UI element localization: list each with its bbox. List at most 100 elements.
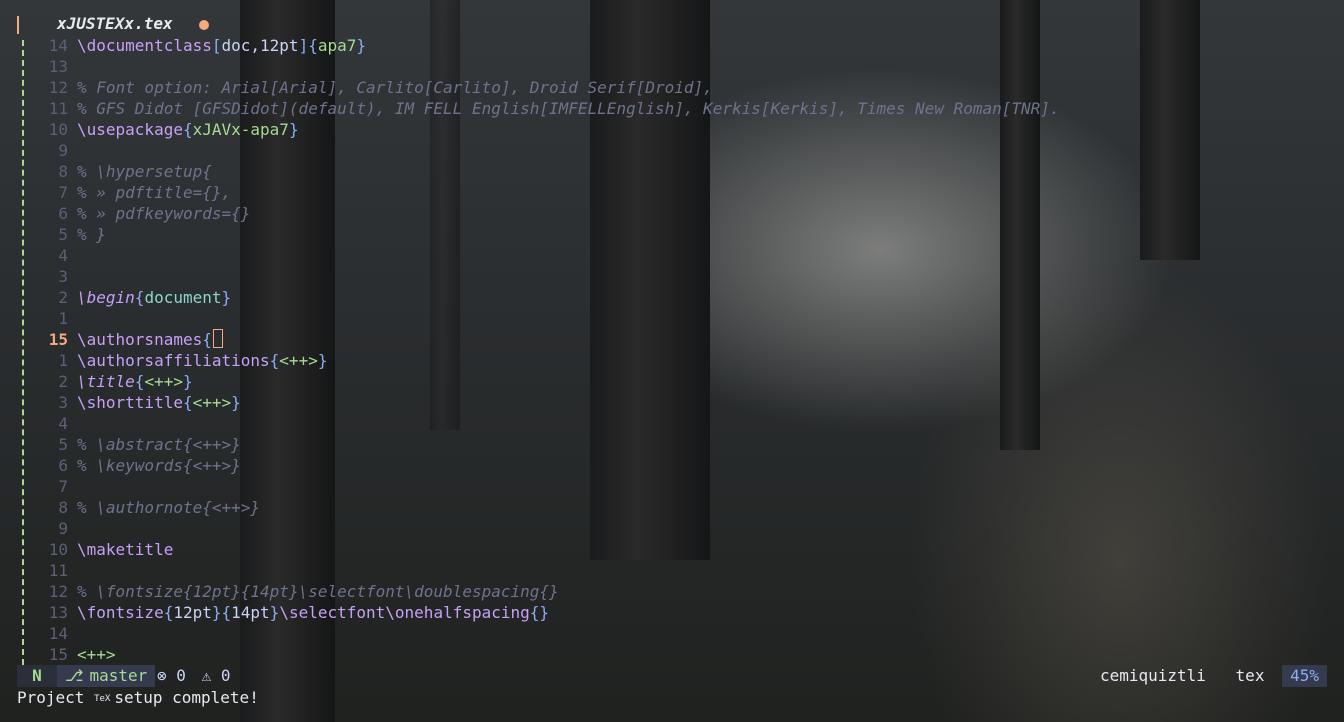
code-token: { (134, 372, 145, 391)
line-number: 4 (58, 414, 68, 433)
code-line[interactable]: 7 % » pdftitle={}, (0, 182, 1344, 203)
line-number: 7 (58, 477, 68, 496)
git-branch-icon: ⎇ (65, 666, 84, 685)
line-text: % \hypersetup{ (77, 161, 212, 182)
line-text: % \fontsize{12pt}{14pt}\selectfont\doubl… (77, 581, 559, 602)
code-line[interactable]: 12 % Font option: Arial[Arial], Carlito[C… (0, 77, 1344, 98)
message-text: Project (17, 688, 95, 707)
code-token: <++> (279, 351, 318, 370)
code-line[interactable]: 1 (0, 308, 1344, 329)
editor-buffer[interactable]: 14 \documentclass[doc,12pt]{apa7} 13 12% Fo… (0, 35, 1344, 665)
line-number: 9 (58, 141, 68, 160)
error-count: 0 (176, 666, 186, 685)
code-line[interactable]: 10 \usepackage{xJAVx-apa7} (0, 119, 1344, 140)
warning-count: 0 (220, 666, 231, 685)
tex-icon: TeX (94, 694, 111, 704)
code-token: \selectfont\onehalfspacing (279, 603, 530, 622)
code-token: }{ (211, 603, 232, 622)
code-token: } (288, 120, 299, 139)
tab-indicator (17, 16, 19, 34)
code-line[interactable]: 9 (0, 518, 1344, 539)
code-token: } (231, 393, 241, 412)
code-token: { (182, 120, 193, 139)
code-token: } (317, 351, 328, 370)
line-text: \usepackage{xJAVx-apa7} (77, 119, 299, 140)
diagnostics[interactable]: ⊗ 0 ⚠ 0 (157, 665, 230, 687)
code-line[interactable]: 15 <++> (0, 644, 1344, 665)
line-number: 2 (58, 288, 68, 307)
code-token: % » pdfkeywords={} (77, 204, 251, 223)
line-number: 15 (48, 645, 68, 664)
line-text: % Font option: Arial[Arial], Carlito[Car… (77, 77, 713, 98)
modified-dot-icon (199, 20, 209, 30)
line-text: % } (77, 224, 106, 245)
code-token: <++> (144, 372, 183, 391)
code-line[interactable]: 6 % » pdfkeywords={} (0, 203, 1344, 224)
code-token: \fontsize (77, 603, 164, 622)
code-token: % \keywords{<++>} (77, 456, 241, 475)
line-number: 8 (58, 498, 68, 517)
line-number: 5 (58, 225, 68, 244)
code-line[interactable]: 8 % \hypersetup{ (0, 161, 1344, 182)
code-line[interactable]: 10 \maketitle (0, 539, 1344, 560)
text-cursor (212, 329, 223, 348)
branch-name: master (89, 666, 148, 685)
code-token: 12pt (173, 603, 212, 622)
line-text: \authorsnames{ (77, 329, 223, 350)
line-number: 7 (58, 183, 68, 202)
code-token: \usepackage (77, 120, 183, 139)
line-text: \authorsaffiliations{<++>} (77, 350, 327, 371)
code-token: \shorttitle (77, 393, 183, 412)
line-number: 6 (58, 204, 68, 223)
code-line[interactable]: 6 % \keywords{<++>} (0, 455, 1344, 476)
line-number: 10 (48, 540, 68, 559)
line-text: \maketitle (77, 539, 173, 560)
line-number: 14 (48, 36, 68, 55)
code-line[interactable]: 13 \fontsize{12pt}{14pt}\selectfont\oneha… (0, 602, 1344, 623)
code-line[interactable]: 14 (0, 623, 1344, 644)
code-line[interactable]: 7 (0, 476, 1344, 497)
code-line[interactable]: 9 (0, 140, 1344, 161)
code-line[interactable]: 5 % \abstract{<++>} (0, 434, 1344, 455)
code-line[interactable]: 3 (0, 266, 1344, 287)
code-line[interactable]: 13 (0, 56, 1344, 77)
code-line[interactable]: 5 % } (0, 224, 1344, 245)
line-number: 6 (58, 456, 68, 475)
message-tail: setup complete! (114, 688, 259, 707)
line-text: <++> (77, 644, 116, 665)
mode-indicator: N (17, 665, 57, 687)
current-line[interactable]: 15 \authorsnames{ (0, 329, 1344, 350)
code-line[interactable]: 11 % GFS Didot [GFSDidot](default), IM FE… (0, 98, 1344, 119)
code-token: [ (211, 36, 222, 55)
code-line[interactable]: 2 \title{<++>} (0, 371, 1344, 392)
code-line[interactable]: 4 (0, 245, 1344, 266)
line-text: % GFS Didot [GFSDidot](default), IM FELL… (77, 98, 1060, 119)
code-token: % \hypersetup{ (77, 162, 212, 181)
line-number: 12 (48, 582, 68, 601)
line-number: 3 (58, 267, 68, 286)
code-token: {} (529, 603, 550, 622)
line-text: \documentclass[doc,12pt]{apa7} (77, 35, 366, 56)
code-token: \documentclass (77, 36, 212, 55)
code-line[interactable]: 1 \authorsaffiliations{<++>} (0, 350, 1344, 371)
code-line[interactable]: 4 (0, 413, 1344, 434)
code-line[interactable]: 14 \documentclass[doc,12pt]{apa7} (0, 35, 1344, 56)
code-line[interactable]: 8 % \authornote{<++>} (0, 497, 1344, 518)
git-branch[interactable]: ⎇ master (57, 665, 156, 687)
code-token: \authorsaffiliations (77, 351, 270, 370)
code-line[interactable]: 2 \begin{document} (0, 287, 1344, 308)
code-token: <++> (77, 645, 116, 664)
tab-filename[interactable]: xJUSTEXx.tex (57, 14, 173, 33)
line-text: \begin{document} (77, 287, 231, 308)
line-number: 2 (58, 372, 68, 391)
line-number: 11 (48, 561, 68, 580)
code-token: } (182, 372, 193, 391)
code-line[interactable]: 3 \shorttitle{<++>} (0, 392, 1344, 413)
code-token: <++> (192, 393, 232, 412)
code-line[interactable]: 12 % \fontsize{12pt}{14pt}\selectfont\dou… (0, 581, 1344, 602)
line-number: 13 (48, 57, 68, 76)
line-text: % \abstract{<++>} (77, 434, 241, 455)
code-token: { (134, 288, 145, 307)
code-line[interactable]: 11 (0, 560, 1344, 581)
code-token: xJAVx-apa7 (192, 120, 289, 139)
